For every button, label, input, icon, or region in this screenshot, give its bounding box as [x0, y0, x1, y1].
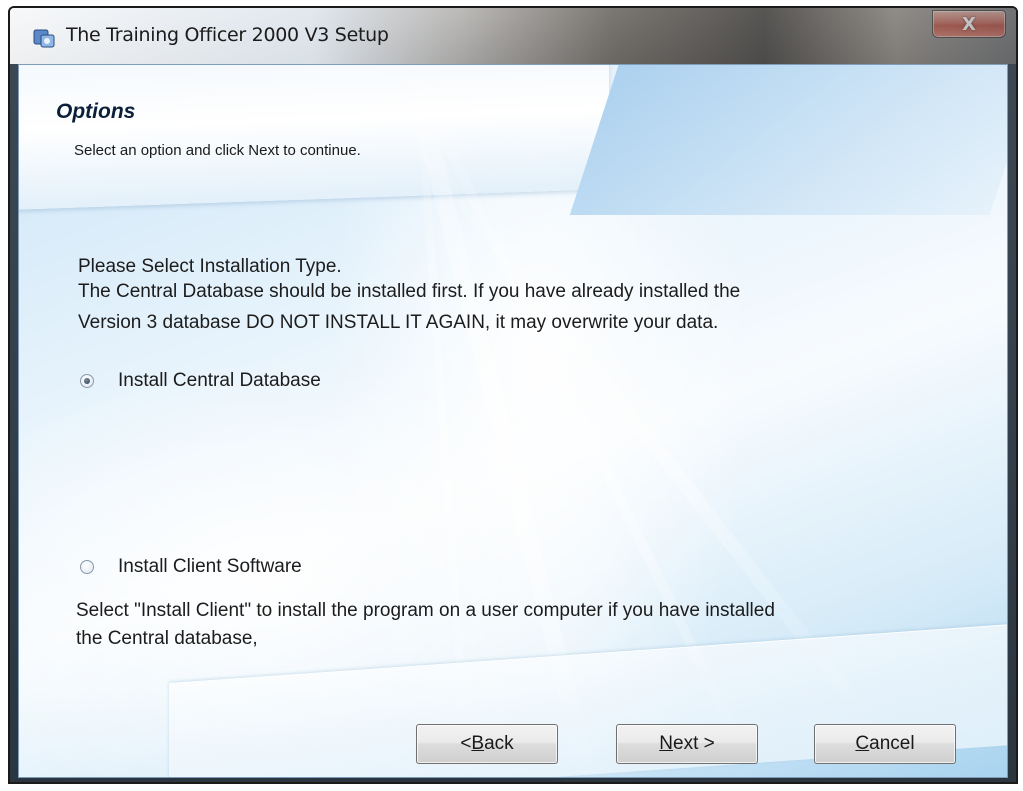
- intro-text-line-2: The Central Database should be installed…: [78, 281, 741, 302]
- intro-text-line-1: Please Select Installation Type.: [78, 256, 342, 277]
- client-note-line-2: the Central database,: [76, 628, 258, 649]
- setup-window: The Training Officer 2000 V3 Setup X Opt…: [8, 6, 1018, 784]
- close-button[interactable]: X: [932, 10, 1006, 38]
- wizard-client-area: [18, 64, 1008, 778]
- screen: The Training Officer 2000 V3 Setup X Opt…: [0, 0, 1023, 791]
- option-install-client-software[interactable]: Install Client Software: [80, 556, 302, 578]
- option-install-central-database[interactable]: Install Central Database: [80, 370, 321, 392]
- page-title: Options: [56, 100, 136, 123]
- radio-button-selected[interactable]: [80, 374, 94, 388]
- client-note-line-1: Select "Install Client" to install the p…: [76, 600, 775, 621]
- intro-text-line-3: Version 3 database DO NOT INSTALL IT AGA…: [78, 312, 719, 333]
- radio-button[interactable]: [80, 560, 94, 574]
- cancel-button[interactable]: Cancel: [814, 724, 956, 764]
- back-prefix: <: [460, 733, 472, 754]
- option-label: Install Central Database: [118, 370, 321, 391]
- cancel-accel: C: [855, 733, 870, 754]
- close-icon: X: [962, 13, 976, 35]
- cancel-rest: ancel: [869, 733, 915, 754]
- page-subtitle: Select an option and click Next to conti…: [74, 142, 361, 159]
- installer-icon: [32, 26, 56, 50]
- back-button[interactable]: < Back: [416, 724, 558, 764]
- next-button[interactable]: Next >: [616, 724, 758, 764]
- next-accel: N: [659, 733, 673, 754]
- option-label: Install Client Software: [118, 556, 302, 577]
- header-band: [19, 65, 1007, 215]
- back-accel: B: [471, 733, 485, 754]
- window-title: The Training Officer 2000 V3 Setup: [66, 24, 389, 46]
- back-rest: ack: [484, 733, 514, 754]
- title-bar[interactable]: The Training Officer 2000 V3 Setup X: [10, 8, 1016, 64]
- next-rest: ext >: [673, 733, 715, 754]
